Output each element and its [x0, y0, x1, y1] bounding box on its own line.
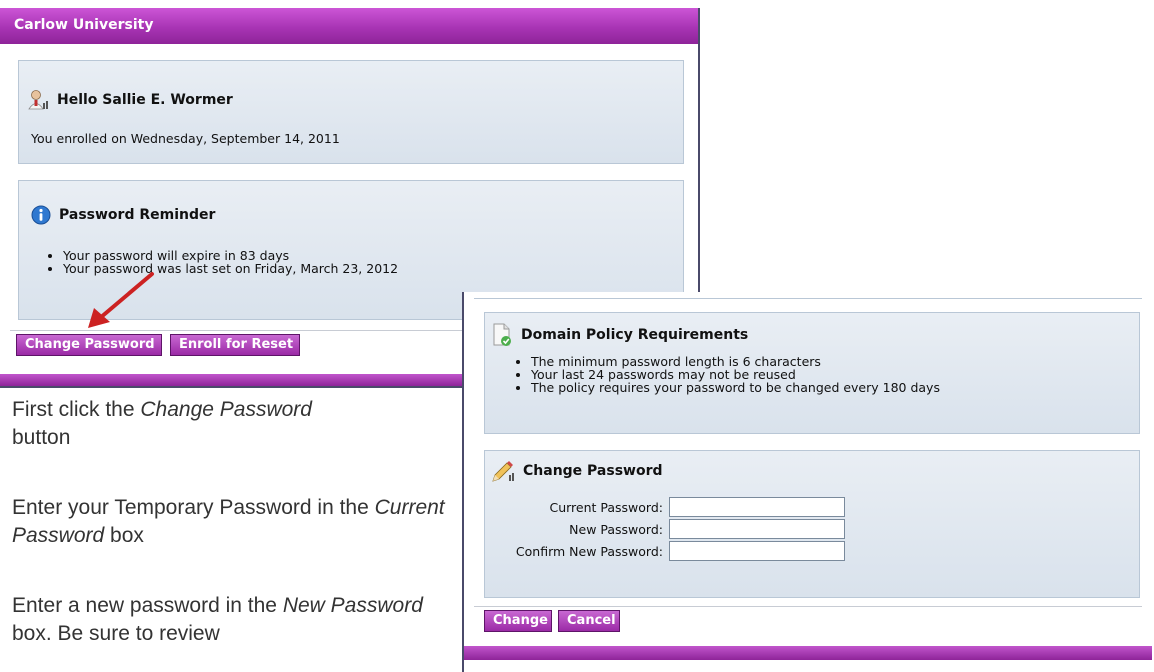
current-password-input[interactable] [669, 497, 845, 517]
instruction-text: box [104, 524, 144, 547]
instruction-step-2: Enter your Temporary Password in the Cur… [12, 494, 452, 550]
instruction-text: Enter your Temporary Password in the [12, 496, 375, 519]
domain-policy-panel: Domain Policy Requirements The minimum p… [484, 312, 1140, 434]
info-icon [31, 205, 51, 225]
greeting-heading: Hello Sallie E. Wormer [27, 89, 233, 111]
cancel-button[interactable]: Cancel [558, 610, 620, 632]
instruction-text: box. Be sure to review [12, 622, 220, 645]
change-password-panel: Change Password Current Password: New Pa… [484, 450, 1140, 598]
new-password-label: New Password: [569, 522, 663, 537]
policy-heading: Domain Policy Requirements [491, 323, 748, 347]
red-arrow-icon [88, 272, 154, 328]
instruction-step-1: First click the Change Password button [12, 396, 452, 452]
policy-title: Domain Policy Requirements [521, 327, 749, 343]
instruction-text: button [12, 426, 71, 449]
instruction-emphasis: Change Password [140, 398, 312, 421]
confirm-password-label: Confirm New Password: [515, 544, 663, 559]
enrolled-date-text: You enrolled on Wednesday, September 14,… [31, 131, 340, 146]
window-footer-bar [464, 646, 1152, 660]
window-title: Carlow University [0, 8, 698, 44]
change-password-heading: Change Password [491, 459, 663, 483]
instruction-emphasis: New Password [282, 594, 423, 617]
change-password-button[interactable]: Change Password [16, 334, 162, 356]
change-button[interactable]: Change [484, 610, 552, 632]
divider [474, 298, 1142, 299]
document-check-icon [491, 323, 513, 347]
greeting-panel: Hello Sallie E. Wormer You enrolled on W… [18, 60, 684, 164]
instruction-text: Enter a new password in the [12, 594, 283, 617]
pencil-icon [491, 459, 515, 483]
instruction-step-3: Enter a new password in the New Password… [12, 592, 452, 648]
new-password-input[interactable] [669, 519, 845, 539]
list-item: The policy requires your password to be … [531, 381, 940, 394]
reminder-heading: Password Reminder [31, 205, 215, 225]
instruction-text: First click the [12, 398, 141, 421]
enroll-for-reset-button[interactable]: Enroll for Reset [170, 334, 300, 356]
reminder-title: Password Reminder [59, 207, 216, 223]
greeting-text: Hello Sallie E. Wormer [57, 92, 233, 108]
current-password-label: Current Password: [549, 500, 663, 515]
button-row [474, 606, 1142, 607]
user-icon [27, 89, 49, 111]
change-password-title: Change Password [523, 463, 663, 479]
policy-list: The minimum password length is 6 charact… [513, 355, 940, 394]
change-password-window: Domain Policy Requirements The minimum p… [462, 292, 1152, 672]
confirm-password-input[interactable] [669, 541, 845, 561]
